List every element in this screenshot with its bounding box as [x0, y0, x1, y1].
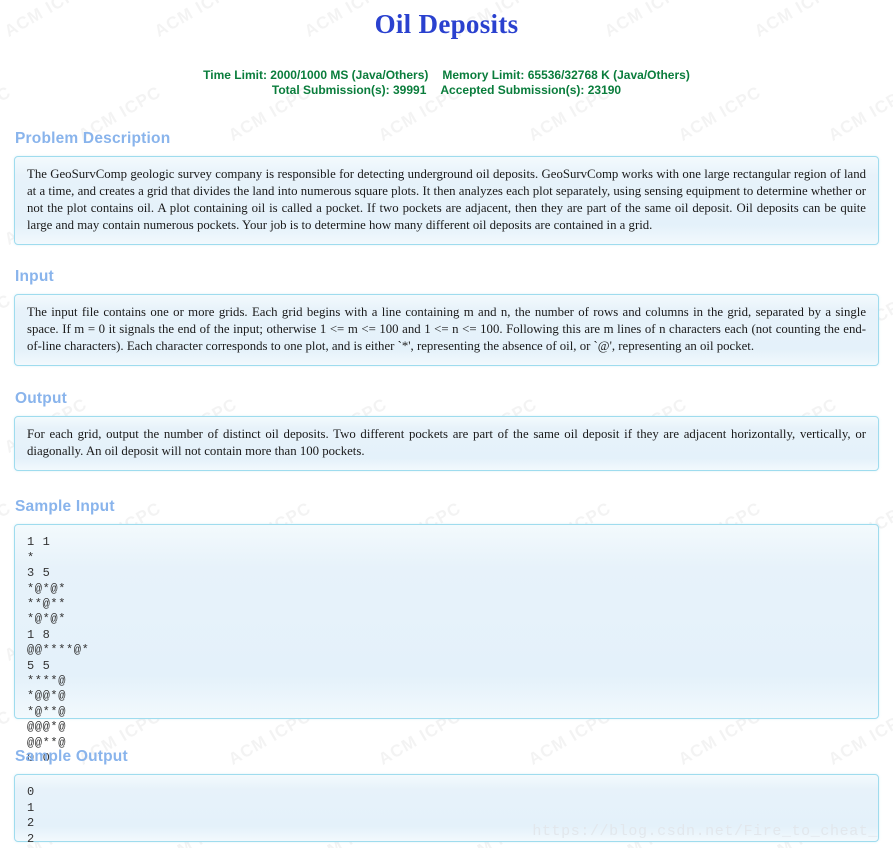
- section-heading-problem-description: Problem Description: [15, 130, 171, 148]
- section-input: Input The input file contains one or mor…: [0, 268, 893, 367]
- section-heading-sample-input: Sample Input: [15, 498, 115, 516]
- problem-description-text: The GeoSurvComp geologic survey company …: [14, 156, 879, 246]
- section-sample-input: Sample Input 1 1 * 3 5 *@*@* **@** *@*@*…: [0, 498, 893, 765]
- time-limit-label: Time Limit: 2000/1000 MS (Java/Others): [203, 68, 429, 83]
- accepted-submissions-label: Accepted Submission(s): 23190: [440, 83, 622, 98]
- output-description-text: For each grid, output the number of dist…: [14, 416, 879, 472]
- input-description-text: The input file contains one or more grid…: [14, 294, 879, 367]
- section-output: Output For each grid, output the number …: [0, 390, 893, 472]
- page-title: Oil Deposits: [374, 9, 519, 39]
- stats-line-limits: Time Limit: 2000/1000 MS (Java/Others) Me…: [0, 68, 893, 83]
- section-heading-output: Output: [15, 390, 67, 408]
- section-heading-input: Input: [15, 268, 54, 286]
- memory-limit-label: Memory Limit: 65536/32768 K (Java/Others…: [442, 68, 690, 83]
- section-heading-sample-output: Sample Output: [15, 748, 128, 766]
- section-sample-output: Sample Output 0 1 2 2: [0, 748, 893, 846]
- section-problem-description: Problem Description The GeoSurvComp geol…: [0, 130, 893, 246]
- total-submissions-label: Total Submission(s): 39991: [271, 83, 427, 98]
- problem-stats: Time Limit: 2000/1000 MS (Java/Others) Me…: [0, 68, 893, 98]
- sample-output-code[interactable]: 0 1 2 2: [14, 774, 879, 846]
- sample-input-code[interactable]: 1 1 * 3 5 *@*@* **@** *@*@* 1 8 @@****@*…: [14, 524, 879, 765]
- problem-page: Oil Deposits Time Limit: 2000/1000 MS (J…: [0, 0, 893, 848]
- stats-line-submissions: Total Submission(s): 39991 Accepted Submi…: [0, 83, 893, 98]
